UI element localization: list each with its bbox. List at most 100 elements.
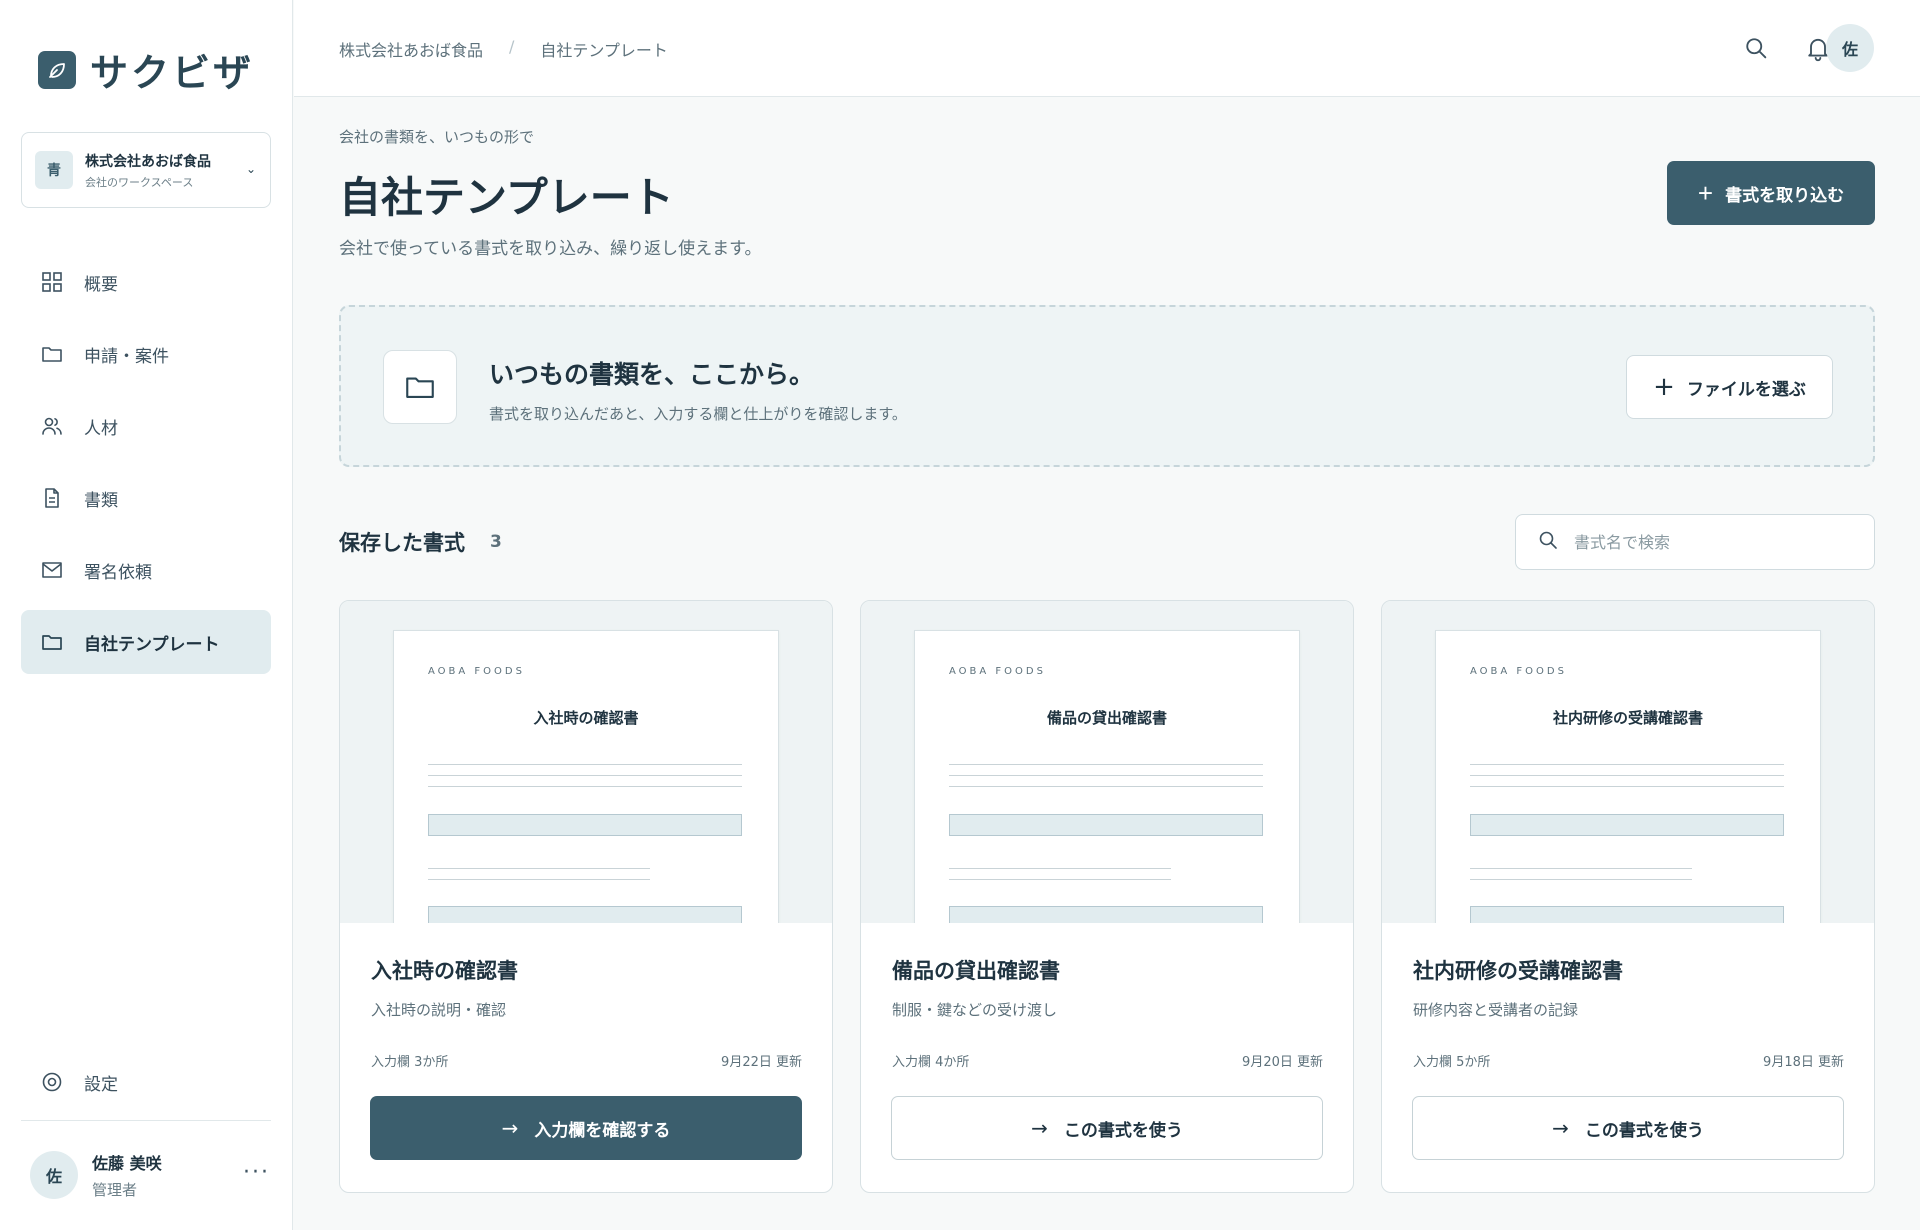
doc-line	[1470, 775, 1784, 776]
people-icon	[40, 414, 64, 438]
doc-brand: AOBA FOODS	[1470, 666, 1567, 677]
sidebar-item-label: 書類	[84, 490, 118, 511]
sidebar-item-label: 人材	[84, 418, 118, 439]
sidebar-item-templates[interactable]: 自社テンプレート	[21, 610, 271, 674]
user-name: 佐藤 美咲	[92, 1154, 162, 1173]
document-preview: AOBA FOODS 入社時の確認書	[393, 630, 779, 923]
template-preview: AOBA FOODS 備品の貸出確認書	[861, 601, 1353, 923]
search-icon[interactable]	[1742, 34, 1770, 62]
doc-brand: AOBA FOODS	[949, 666, 1046, 677]
doc-line	[949, 868, 1171, 869]
sidebar-item-label: 概要	[84, 274, 118, 295]
doc-title: 社内研修の受講確認書	[1552, 709, 1703, 727]
breadcrumb-separator: /	[509, 37, 515, 56]
user-role: 管理者	[92, 1181, 138, 1199]
doc-line	[428, 868, 650, 869]
doc-line	[1470, 868, 1692, 869]
sidebar-nav: 概要 申請・案件 人材 書類 署名依頼 自社テンプレート	[21, 250, 271, 682]
section-title: 保存した書式	[339, 531, 465, 555]
card-button-label: この書式を使う	[1063, 1120, 1183, 1141]
document-preview: AOBA FOODS 備品の貸出確認書	[914, 630, 1300, 923]
workspace-switcher[interactable]: 青 株式会社あおば食品 会社のワークスペース ⌄	[21, 132, 271, 208]
doc-title: 入社時の確認書	[533, 709, 639, 727]
use-template-button[interactable]: → この書式を使う	[1412, 1096, 1844, 1160]
avatar: 佐	[30, 1151, 78, 1199]
workspace-name: 株式会社あおば食品	[85, 153, 211, 170]
template-updated: 9月18日 更新	[1763, 1055, 1844, 1070]
page-subtitle: 会社で使っている書式を取り込み、繰り返し使えます。	[339, 239, 762, 259]
card-button-label: 入力欄を確認する	[534, 1120, 671, 1141]
app-logo[interactable]: サクビザ	[38, 42, 254, 97]
divider	[21, 1120, 271, 1121]
card-button-label: この書式を使う	[1584, 1120, 1704, 1141]
doc-line	[1470, 764, 1784, 765]
choose-file-button[interactable]: + ファイルを選ぶ	[1626, 355, 1833, 419]
template-preview: AOBA FOODS 社内研修の受講確認書	[1382, 601, 1874, 923]
upload-dropzone[interactable]: いつもの書類を、ここから。 書式を取り込んだあと、入力する欄と仕上がりを確認しま…	[339, 305, 1875, 467]
template-title: 入社時の確認書	[371, 959, 518, 983]
avatar[interactable]: 佐	[1826, 24, 1874, 72]
arrow-right-icon: →	[501, 1116, 519, 1140]
sidebar-item-documents[interactable]: 書類	[21, 466, 271, 530]
sidebar-item-applications[interactable]: 申請・案件	[21, 322, 271, 386]
doc-field	[428, 814, 742, 836]
template-count: 3	[490, 532, 502, 552]
sidebar-item-label: 自社テンプレート	[84, 634, 220, 655]
sidebar: サクビザ 青 株式会社あおば食品 会社のワークスペース ⌄ 概要 申請・案件 人…	[0, 0, 293, 1230]
template-title: 備品の貸出確認書	[892, 959, 1060, 983]
template-description: 入社時の説明・確認	[371, 1001, 507, 1019]
template-updated: 9月22日 更新	[721, 1055, 802, 1070]
template-card[interactable]: AOBA FOODS 備品の貸出確認書 備品の貸出確認書 制服・鍵などの受け渡し…	[860, 600, 1354, 1193]
folder-icon	[383, 350, 457, 424]
doc-line	[949, 764, 1263, 765]
folder-icon	[40, 342, 64, 366]
page-title: 自社テンプレート	[339, 173, 674, 222]
template-card[interactable]: AOBA FOODS 入社時の確認書 入社時の確認書 入社時の説明・確認 入力欄…	[339, 600, 833, 1193]
chevron-down-icon: ⌄	[245, 162, 256, 176]
doc-line	[1470, 786, 1784, 787]
settings-label: 設定	[84, 1074, 118, 1095]
doc-field	[1470, 906, 1784, 923]
breadcrumb: 株式会社あおば食品 / 自社テンプレート	[339, 37, 668, 61]
grid-icon	[40, 270, 64, 294]
use-template-button[interactable]: → この書式を使う	[891, 1096, 1323, 1160]
leaf-icon	[38, 50, 76, 89]
choose-file-label: ファイルを選ぶ	[1686, 379, 1806, 400]
page-eyebrow: 会社の書類を、いつもの形で	[339, 128, 535, 146]
template-field-count: 入力欄 3か所	[371, 1055, 449, 1070]
topbar: 株式会社あおば食品 / 自社テンプレート 佐	[294, 0, 1920, 97]
doc-brand: AOBA FOODS	[428, 666, 525, 677]
doc-line	[428, 786, 742, 787]
doc-field	[949, 906, 1263, 923]
template-search[interactable]	[1515, 514, 1875, 570]
workspace-badge: 青	[35, 151, 73, 189]
document-icon	[40, 486, 64, 510]
doc-line	[428, 775, 742, 776]
doc-field	[428, 906, 742, 923]
check-fields-button[interactable]: → 入力欄を確認する	[370, 1096, 802, 1160]
search-icon	[1536, 528, 1560, 556]
template-field-count: 入力欄 5か所	[1413, 1055, 1491, 1070]
search-input[interactable]	[1574, 532, 1854, 552]
import-template-button[interactable]: + 書式を取り込む	[1667, 161, 1875, 225]
doc-line	[949, 879, 1171, 880]
arrow-right-icon: →	[1031, 1116, 1048, 1140]
sidebar-item-label: 署名依頼	[84, 562, 152, 583]
breadcrumb-item-workspace[interactable]: 株式会社あおば食品	[339, 37, 483, 61]
doc-line	[949, 786, 1263, 787]
sidebar-item-overview[interactable]: 概要	[21, 250, 271, 314]
template-card[interactable]: AOBA FOODS 社内研修の受講確認書 社内研修の受講確認書 研修内容と受講…	[1381, 600, 1875, 1193]
plus-icon: +	[1653, 372, 1675, 402]
sidebar-item-settings[interactable]: 設定	[21, 1050, 271, 1114]
document-preview: AOBA FOODS 社内研修の受講確認書	[1435, 630, 1821, 923]
template-updated: 9月20日 更新	[1242, 1055, 1323, 1070]
user-profile[interactable]: 佐 佐藤 美咲 管理者 ···	[30, 1150, 270, 1200]
dropzone-subtitle: 書式を取り込んだあと、入力する欄と仕上がりを確認します。	[489, 405, 907, 423]
template-description: 制服・鍵などの受け渡し	[892, 1001, 1058, 1019]
sidebar-item-signatures[interactable]: 署名依頼	[21, 538, 271, 602]
template-title: 社内研修の受講確認書	[1413, 959, 1623, 983]
more-icon[interactable]: ···	[243, 1160, 270, 1185]
doc-field	[1470, 814, 1784, 836]
sidebar-item-people[interactable]: 人材	[21, 394, 271, 458]
sidebar-item-label: 申請・案件	[84, 346, 169, 367]
